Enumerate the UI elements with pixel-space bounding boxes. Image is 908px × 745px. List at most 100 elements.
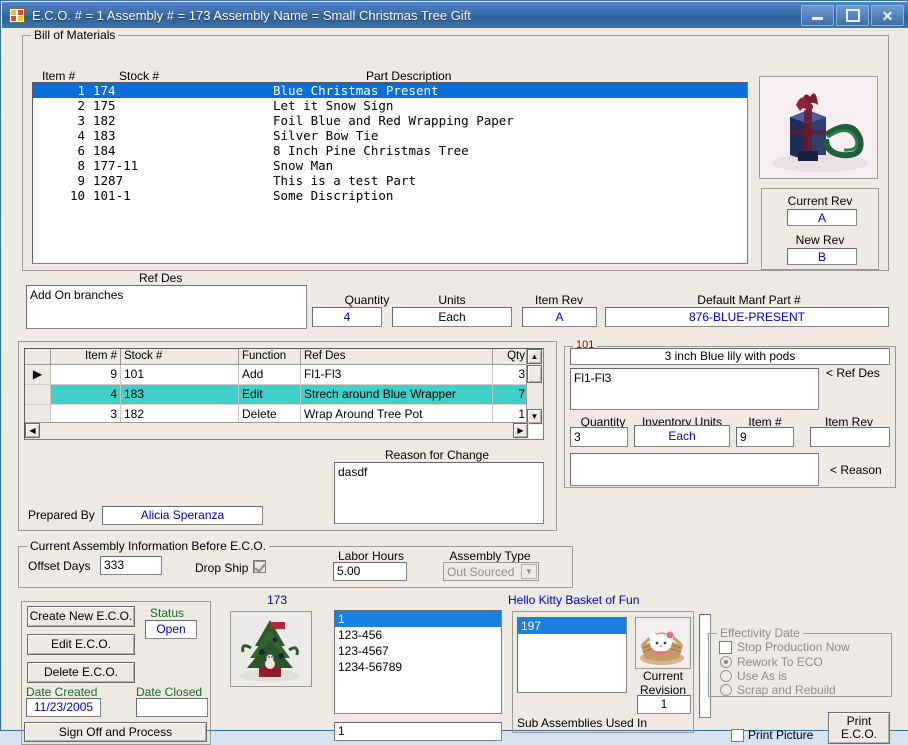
change-grid-header: Item # Stock # Function Ref Des Qty (25, 349, 543, 365)
list-item[interactable]: 123-4567 (335, 643, 501, 659)
bom-row[interactable]: 4 183 Silver Bow Tie (33, 128, 747, 143)
bill-of-materials-list[interactable]: 1 174 Blue Christmas Present 2 175 Let it Sno… (32, 82, 748, 264)
change-grid-row[interactable]: 4 183 Edit Strech around Blue Wrapper 7 (25, 385, 543, 405)
new-rev-value[interactable]: B (787, 248, 857, 265)
grid-header-qty[interactable]: Qty (493, 349, 529, 364)
assembly-info-label: Current Assembly Information Before E.C.… (27, 539, 270, 553)
grid-header-refdes[interactable]: Ref Des (301, 349, 493, 364)
bom-row-item: 4 (77, 128, 85, 143)
bom-row-description: Silver Bow Tie (273, 128, 379, 143)
list-item[interactable]: 1234-56789 (335, 659, 501, 675)
assembly-type-select[interactable]: Out Sourced ▼ (443, 562, 539, 581)
minimize-button[interactable] (801, 5, 834, 26)
item-rev-label: Item Rev (534, 293, 583, 307)
manf-part-value[interactable]: 876-BLUE-PRESENT (605, 307, 889, 327)
line-quantity-value[interactable]: 3 (570, 427, 628, 447)
window-title: E.C.O. # = 1 Assembly # = 173 Assembly N… (32, 7, 471, 23)
grid-vertical-scrollbar[interactable]: ▲ ▼ (526, 349, 543, 425)
app-grid-icon (9, 7, 25, 23)
grid-cell-function: Edit (239, 385, 301, 404)
ref-des-input[interactable]: Add On branches (26, 285, 307, 329)
sub-assembly-title: Hello Kitty Basket of Fun (508, 593, 640, 607)
drop-ship-checkbox[interactable] (253, 560, 266, 573)
units-value[interactable]: Each (392, 307, 512, 327)
current-rev-label: Current Rev (787, 194, 853, 208)
print-picture-label: Print Picture (748, 728, 814, 742)
close-button[interactable]: ✕ (871, 5, 904, 26)
list-item[interactable]: 1 (335, 611, 501, 627)
date-closed-value[interactable] (136, 698, 208, 717)
grid-cell-stock: 183 (121, 385, 239, 404)
labor-hours-value[interactable]: 5.00 (333, 562, 407, 581)
manf-part-label: Default Manf Part # (697, 293, 801, 307)
print-eco-button[interactable]: Print E.C.O. (828, 712, 890, 744)
line-item-rev-value[interactable] (810, 427, 890, 447)
assembly-type-value: Out Sourced (447, 564, 515, 579)
use-as-is-radio[interactable] (720, 670, 732, 682)
grid-cell-qty: 7 (493, 385, 529, 404)
sub-assemblies-list[interactable]: 197 (517, 617, 627, 693)
change-grid-rows: ▶ 9 101 Add Fl1-Fl3 3 4 183 Edit Strech around Bl… (25, 365, 543, 430)
grid-header-item[interactable]: Item # (51, 349, 121, 364)
reason-for-change-input[interactable]: dasdf (334, 462, 544, 524)
revision-list[interactable]: 1 123-456 123-4567 1234-56789 (334, 610, 502, 714)
bom-row-stock: 174 (93, 83, 116, 98)
delete-eco-button[interactable]: Delete E.C.O. (27, 662, 135, 683)
bom-row[interactable]: 3 182 Foil Blue and Red Wrapping Paper (33, 113, 747, 128)
grid-cell-refdes: Fl1-Fl3 (301, 365, 493, 384)
bom-row-description: Some Discription (273, 188, 394, 203)
grid-scroll-down-button[interactable]: ▼ (527, 409, 542, 424)
rework-to-eco-label: Rework To ECO (737, 655, 823, 669)
offset-days-value[interactable]: 333 (100, 556, 162, 575)
bom-row-stock: 175 (93, 98, 116, 113)
line-reason-input[interactable] (570, 453, 819, 486)
line-description[interactable]: 3 inch Blue lily with pods (570, 348, 890, 365)
bom-row[interactable]: 10 101-1 Some Discription (33, 188, 747, 203)
grid-scroll-left-button[interactable]: ◀ (25, 423, 40, 438)
item-rev-value[interactable]: A (522, 307, 597, 327)
quantity-value[interactable]: 4 (312, 307, 382, 327)
prepared-by-value[interactable]: Alicia Speranza (102, 506, 263, 525)
maximize-button[interactable] (836, 5, 869, 26)
units-label: Units (438, 293, 466, 307)
bom-row[interactable]: 8 177-11 Snow Man (33, 158, 747, 173)
grid-scroll-right-button[interactable]: ▶ (513, 423, 528, 438)
revision-selected-value[interactable]: 1 (334, 722, 502, 741)
bom-row-item: 1 (77, 83, 85, 98)
date-created-label: Date Created (26, 685, 98, 699)
rework-to-eco-radio[interactable] (720, 656, 732, 668)
change-grid[interactable]: Item # Stock # Function Ref Des Qty ▶ 9 10… (24, 348, 544, 440)
date-created-value[interactable]: 11/23/2005 (26, 698, 101, 717)
client-area: Bill of Materials Item # Stock # Part De… (2, 28, 908, 745)
inventory-units-value[interactable]: Each (634, 425, 730, 447)
bom-row-item: 2 (77, 98, 85, 113)
bom-row[interactable]: 1 174 Blue Christmas Present (33, 83, 747, 98)
grid-scroll-thumb[interactable] (527, 365, 542, 383)
bom-row[interactable]: 9 1287 This is a test Part (33, 173, 747, 188)
status-label: Status (150, 606, 185, 620)
bom-header-item: Item # (42, 69, 76, 83)
current-revision-value[interactable]: 1 (637, 695, 691, 714)
stop-production-checkbox[interactable] (719, 641, 732, 654)
grid-header-function[interactable]: Function (239, 349, 301, 364)
scrap-and-rebuild-radio[interactable] (720, 684, 732, 696)
hello-kitty-basket-photo-svg (636, 618, 688, 666)
bom-row[interactable]: 2 175 Let it Snow Sign (33, 98, 747, 113)
list-item[interactable]: 197 (518, 618, 626, 634)
refdes-caption: < Ref Des (826, 366, 880, 380)
bom-row[interactable]: 6 184 8 Inch Pine Christmas Tree (33, 143, 747, 158)
line-refdes-input[interactable]: Fl1-Fl3 (570, 368, 819, 410)
edit-eco-button[interactable]: Edit E.C.O. (27, 634, 135, 655)
grid-header-stock[interactable]: Stock # (121, 349, 239, 364)
grid-cell-item: 9 (51, 365, 121, 384)
change-grid-row[interactable]: ▶ 9 101 Add Fl1-Fl3 3 (25, 365, 543, 385)
grid-horizontal-scrollbar[interactable]: ◀ ▶ (25, 422, 529, 439)
sign-off-button[interactable]: Sign Off and Process (24, 722, 207, 742)
grid-scroll-up-button[interactable]: ▲ (527, 349, 542, 364)
date-closed-label: Date Closed (136, 685, 203, 699)
current-rev-value[interactable]: A (787, 209, 857, 226)
list-item[interactable]: 123-456 (335, 627, 501, 643)
line-item-value[interactable]: 9 (736, 427, 794, 447)
bom-row-item: 9 (77, 173, 85, 188)
create-new-eco-button[interactable]: Create New E.C.O. (27, 606, 135, 627)
